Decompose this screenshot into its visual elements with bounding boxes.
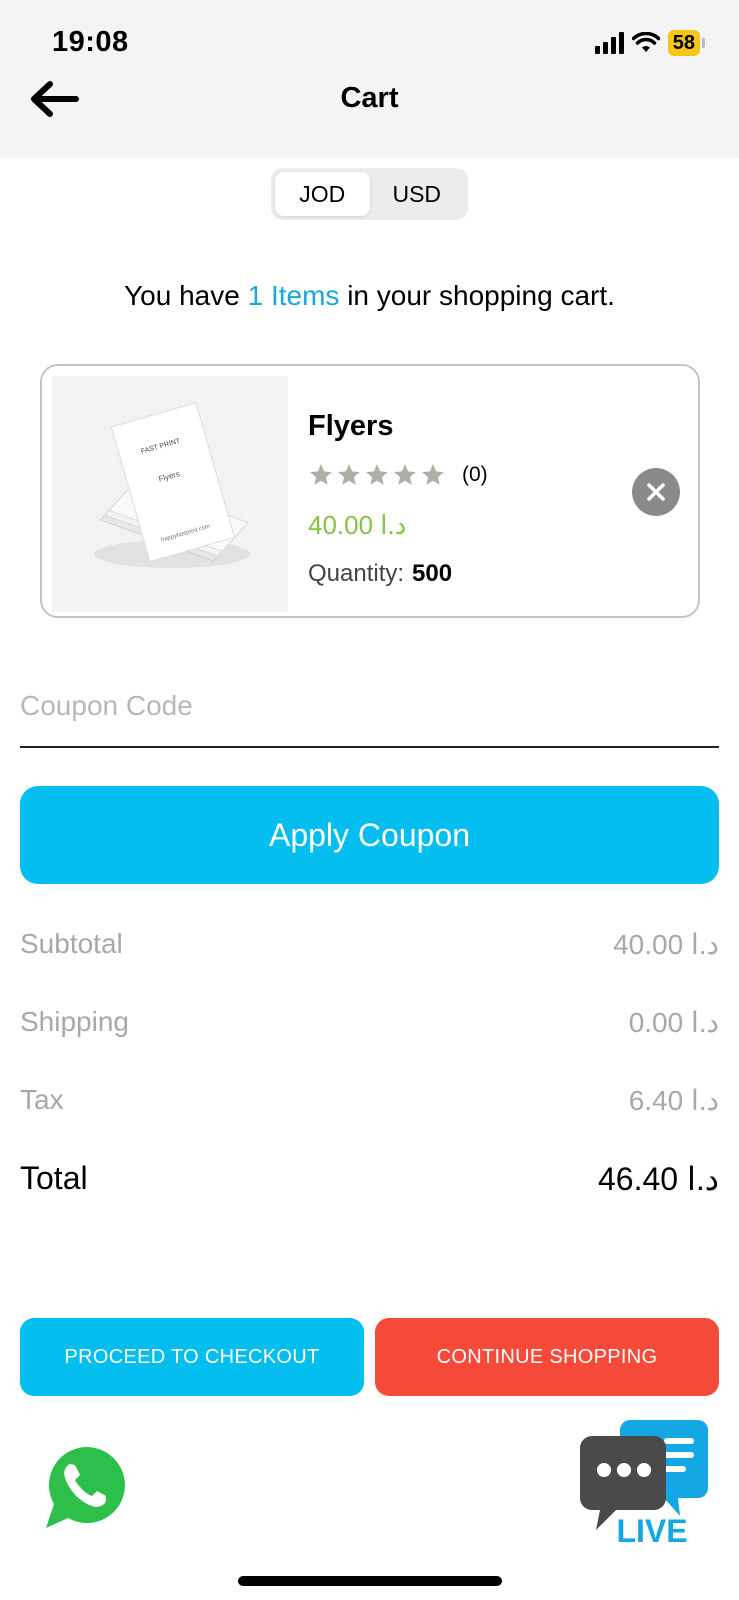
flyers-mockup: FAST PRINT Flyers happyfastprint.com <box>94 402 250 568</box>
star-icon <box>366 464 388 485</box>
live-chat-icon: LIVE <box>580 1420 708 1549</box>
total-value: 46.40 د.ا <box>598 1161 719 1197</box>
status-time: 19:08 <box>52 26 129 58</box>
whatsapp-button[interactable] <box>34 1436 134 1536</box>
remove-item-button[interactable] <box>632 468 680 516</box>
tax-label: Tax <box>20 1084 64 1115</box>
subtotal-row: Subtotal 40.00 د.ا <box>20 928 719 961</box>
subtotal-label: Subtotal <box>20 928 123 959</box>
star-icon <box>422 464 444 485</box>
quantity-label: Quantity: <box>308 560 405 587</box>
cart-count-text: You have 1 Items in your shopping cart. <box>0 280 739 312</box>
item-price: 40.00 د.ا <box>308 510 407 540</box>
star-icon <box>310 464 332 485</box>
cart-count-prefix: You have <box>124 280 248 311</box>
item-quantity: Quantity: 500 <box>308 560 452 588</box>
whatsapp-icon <box>38 1438 130 1530</box>
page-title: Cart <box>340 82 399 114</box>
subtotal-value: 40.00 د.ا <box>613 929 719 960</box>
tax-value: 6.40 د.ا <box>628 1085 719 1116</box>
cart-count-link: 1 Items <box>247 280 340 311</box>
top-bar: 19:08 58 Cart <box>0 0 739 158</box>
total-label: Total <box>20 1160 88 1196</box>
home-indicator[interactable] <box>238 1576 502 1586</box>
signal-icon <box>594 32 624 54</box>
tax-row: Tax 6.40 د.ا <box>20 1084 719 1117</box>
shipping-value: 0.00 د.ا <box>628 1007 719 1038</box>
battery-tip <box>702 38 705 48</box>
product-image: FAST PRINT Flyers happyfastprint.com <box>52 376 288 612</box>
wifi-icon <box>631 32 660 52</box>
item-name: Flyers <box>308 410 394 442</box>
continue-shopping-button[interactable]: CONTINUE SHOPPING <box>375 1318 719 1396</box>
currency-toggle: JOD USD <box>271 168 468 220</box>
rating-stars <box>308 462 446 488</box>
quantity-value: 500 <box>412 560 453 587</box>
battery-icon: 58 <box>667 30 700 56</box>
shipping-row: Shipping 0.00 د.ا <box>20 1006 719 1039</box>
live-chat-button[interactable]: LIVE <box>580 1420 712 1550</box>
coupon-code-input[interactable] <box>20 674 719 748</box>
cart-count-suffix: in your shopping cart. <box>339 280 615 311</box>
rating-count: (0) <box>462 463 488 486</box>
currency-option-jod[interactable]: JOD <box>275 172 370 216</box>
live-label: LIVE <box>616 1513 687 1549</box>
apply-coupon-button[interactable]: Apply Coupon <box>20 786 719 884</box>
proceed-to-checkout-button[interactable]: PROCEED TO CHECKOUT <box>20 1318 364 1396</box>
shipping-label: Shipping <box>20 1006 129 1037</box>
close-icon <box>647 483 665 501</box>
cart-item-card: FAST PRINT Flyers happyfastprint.com Fly… <box>40 364 700 618</box>
currency-option-usd[interactable]: USD <box>370 172 465 216</box>
star-icon <box>394 464 416 485</box>
star-icon <box>338 464 360 485</box>
status-icons: 58 <box>594 30 705 56</box>
item-rating: (0) <box>308 462 488 488</box>
total-row: Total 46.40 د.ا <box>20 1160 719 1198</box>
